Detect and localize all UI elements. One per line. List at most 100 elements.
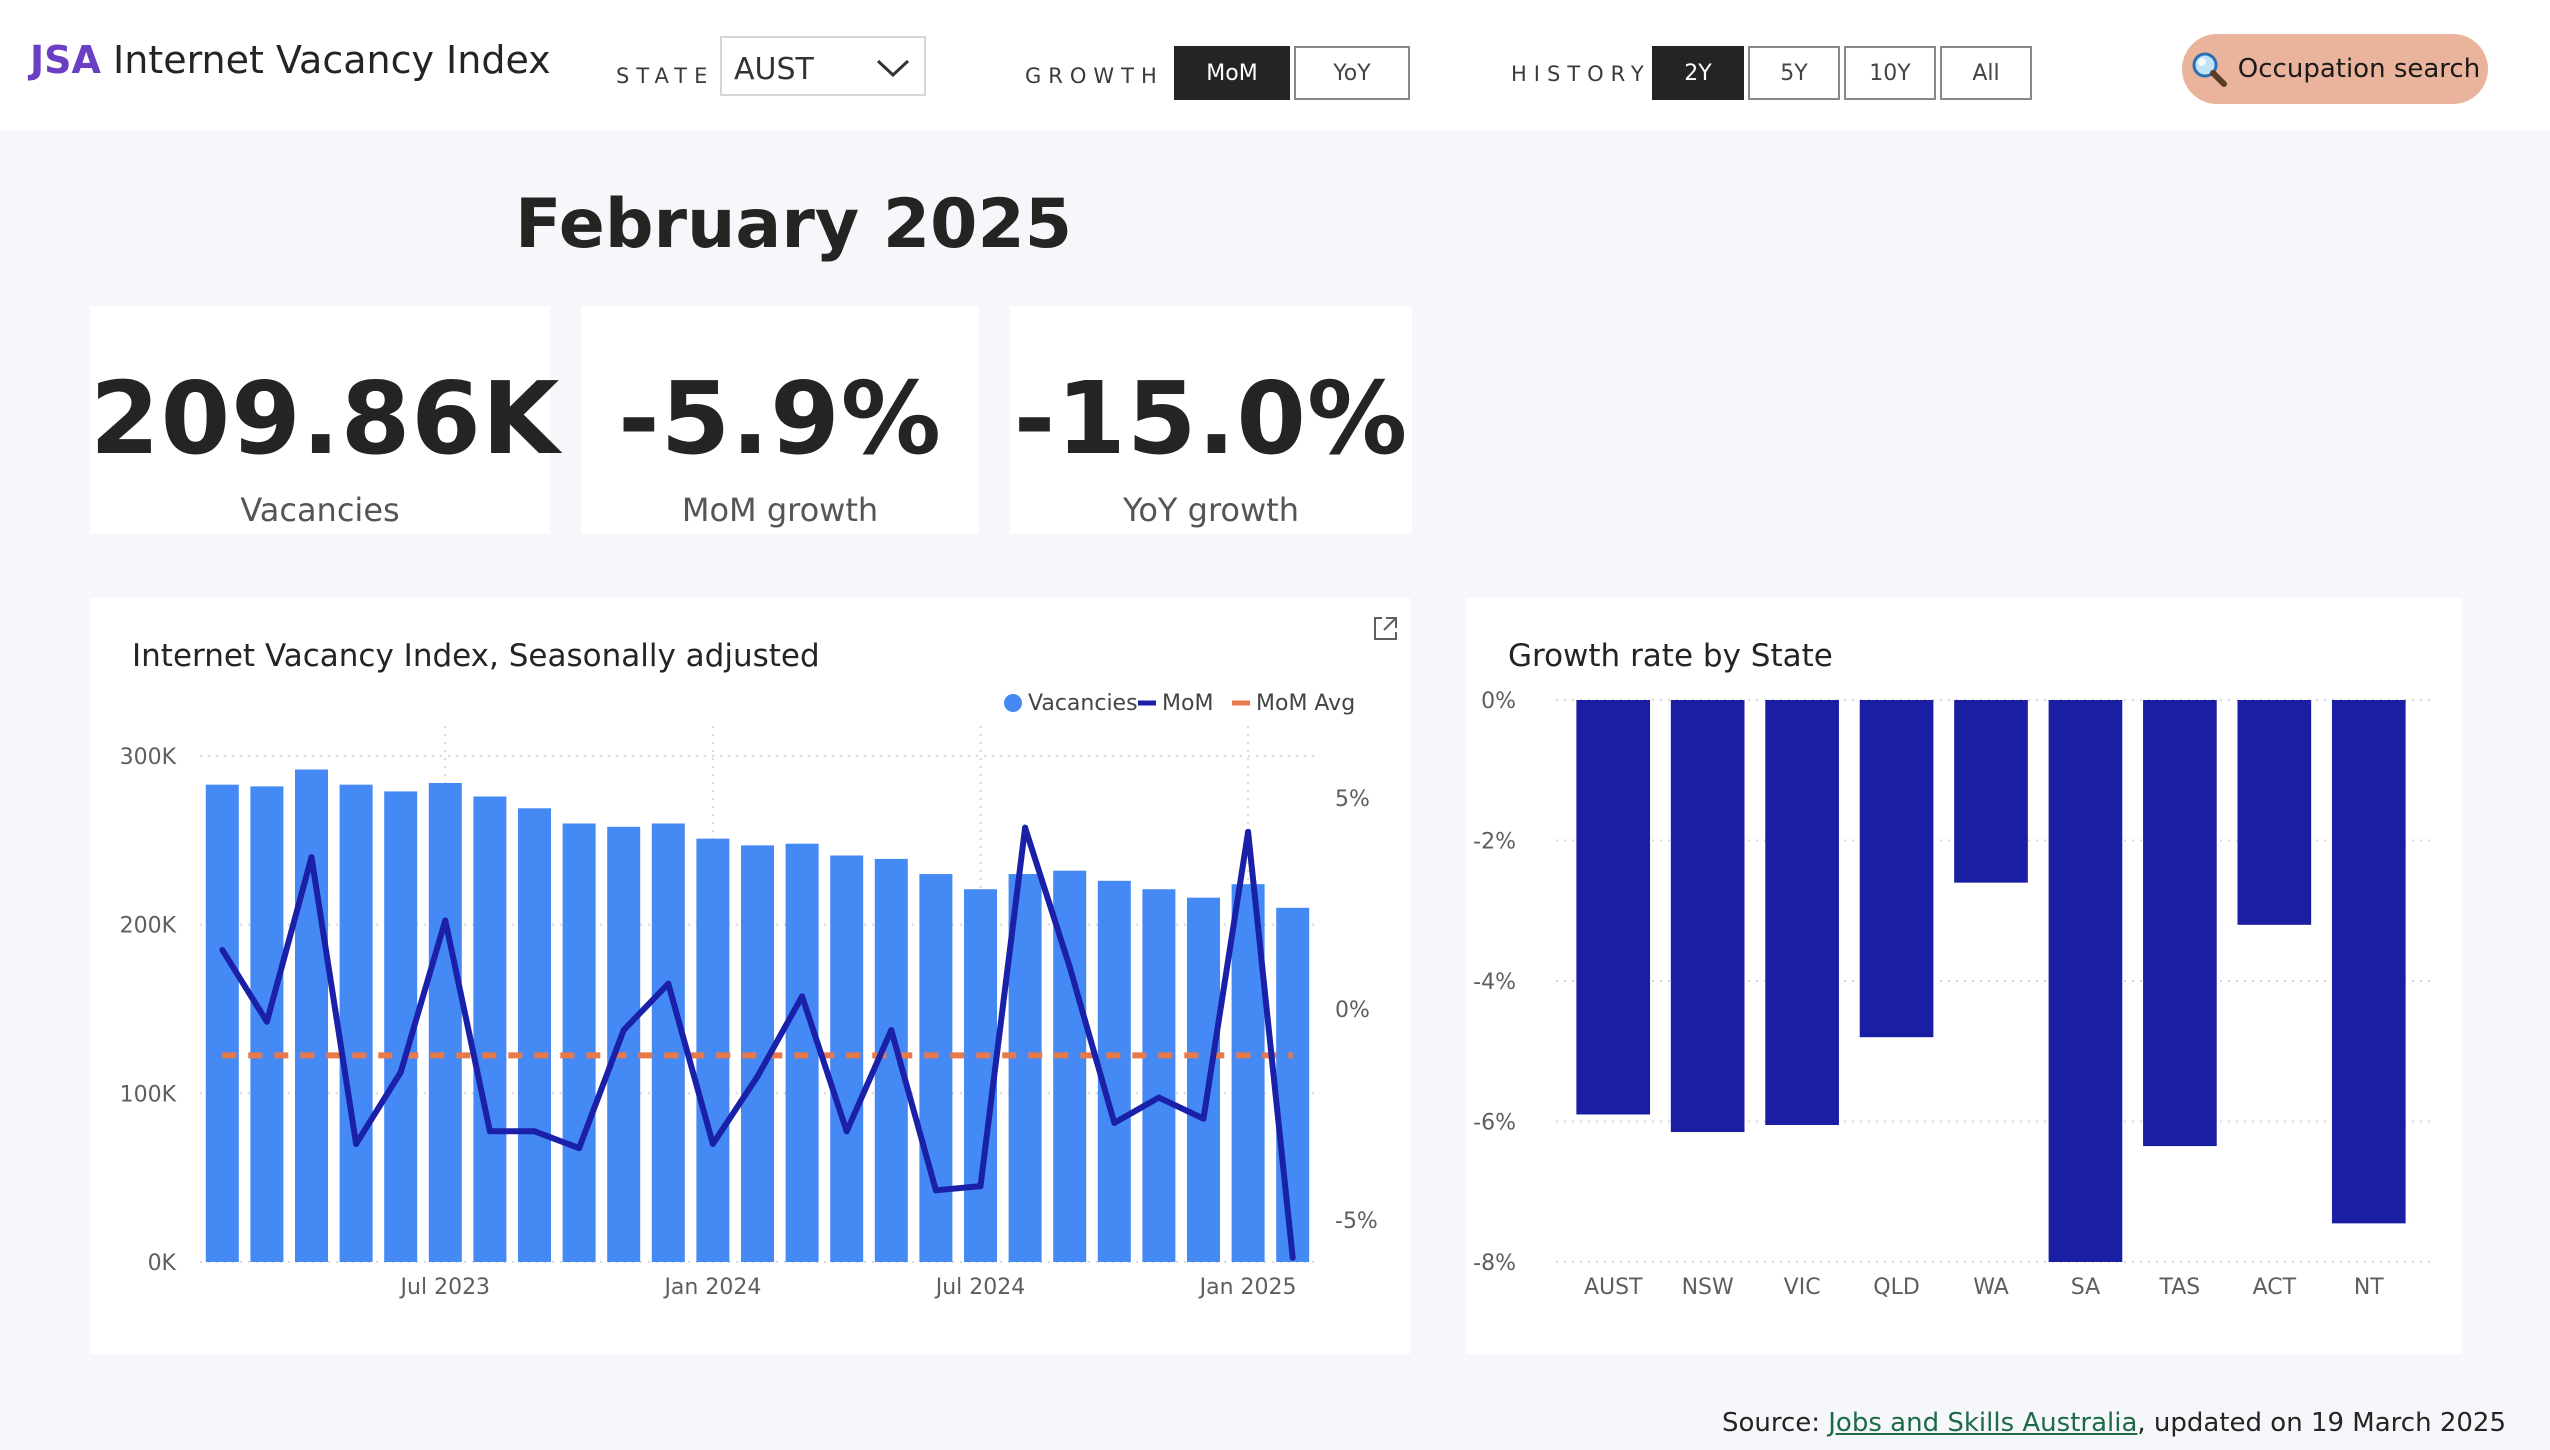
ivi-mom-point bbox=[353, 1140, 360, 1147]
page-title: February 2025 bbox=[515, 185, 1073, 264]
occupation-search-label: Occupation search bbox=[2237, 54, 2481, 84]
magnifier-icon bbox=[2192, 52, 2227, 87]
state-growth-bar[interactable] bbox=[2331, 700, 2406, 1224]
top-bar: JSA Internet Vacancy Index STATE AUST GR… bbox=[0, 0, 2550, 130]
history-option-2y[interactable]: 2Y bbox=[1652, 46, 1744, 100]
brand-title: Internet Vacancy Index bbox=[113, 38, 551, 82]
ivi-vacancy-bar[interactable] bbox=[428, 782, 462, 1262]
state-dropdown-value: AUST bbox=[734, 52, 814, 87]
ivi-vacancy-bar[interactable] bbox=[562, 823, 596, 1262]
state-growth-bar[interactable] bbox=[1670, 700, 1745, 1133]
ivi-x-tick: Jul 2024 bbox=[934, 1275, 1026, 1300]
ivi-mom-point bbox=[531, 1128, 538, 1135]
state-y-tick: -2% bbox=[1473, 830, 1516, 855]
ivi-mom-point bbox=[1066, 963, 1073, 970]
ivi-vacancy-bar[interactable] bbox=[1276, 907, 1310, 1262]
growth-filter-label: GROWTH bbox=[1025, 64, 1164, 88]
kpi-card-vacancies: 209.86K Vacancies bbox=[90, 306, 561, 534]
ivi-mom-point bbox=[263, 1018, 270, 1025]
ivi-x-tick: Jan 2024 bbox=[662, 1275, 761, 1300]
ivi-vacancy-bar[interactable] bbox=[1142, 889, 1176, 1262]
ivi-mom-point bbox=[397, 1069, 404, 1076]
ivi-mom-point bbox=[977, 1183, 984, 1190]
source-prefix: Source: bbox=[1721, 1408, 1829, 1438]
state-growth-bar[interactable] bbox=[1954, 700, 2028, 883]
growth-option-mom[interactable]: MoM bbox=[1174, 46, 1290, 100]
state-growth-bar[interactable] bbox=[2048, 700, 2123, 1262]
ivi-mom-point bbox=[1289, 1254, 1296, 1261]
legend-mom-label: MoM bbox=[1162, 691, 1213, 716]
state-x-tick: SA bbox=[2071, 1275, 2100, 1300]
state-x-tick: VIC bbox=[1784, 1275, 1821, 1300]
kpi-label-mom-growth: MoM growth bbox=[681, 491, 879, 529]
kpi-value-vacancies: 209.86K bbox=[90, 360, 561, 477]
state-growth-bar[interactable] bbox=[2143, 700, 2217, 1147]
ivi-mom-point bbox=[754, 1073, 761, 1080]
ivi-y-left-tick: 100K bbox=[120, 1082, 177, 1107]
ivi-mom-point bbox=[308, 854, 315, 861]
history-option-5y[interactable]: 5Y bbox=[1748, 46, 1840, 100]
ivi-chart-panel: Internet Vacancy Index, Seasonally adjus… bbox=[90, 598, 1410, 1354]
legend-vacancies-label: Vacancies bbox=[1028, 691, 1138, 716]
ivi-mom-point bbox=[799, 993, 806, 1000]
ivi-vacancy-bar[interactable] bbox=[205, 784, 239, 1262]
state-growth-bar[interactable] bbox=[1765, 700, 1839, 1126]
state-x-tick: NSW bbox=[1682, 1275, 1734, 1300]
ivi-mom-point bbox=[1245, 828, 1252, 835]
ivi-y-right-tick: 5% bbox=[1335, 787, 1370, 812]
kpi-card-mom-growth: -5.9% MoM growth bbox=[581, 306, 979, 534]
ivi-vacancy-bar[interactable] bbox=[830, 855, 864, 1262]
state-x-tick: AUST bbox=[1584, 1275, 1643, 1300]
ivi-mom-point bbox=[932, 1187, 939, 1194]
state-filter-label: STATE bbox=[616, 64, 715, 88]
state-growth-bar[interactable] bbox=[2237, 700, 2312, 925]
chevron-down-icon bbox=[876, 59, 910, 78]
growth-option-yoy[interactable]: YoY bbox=[1294, 46, 1410, 100]
ivi-vacancy-bar[interactable] bbox=[607, 826, 641, 1262]
ivi-mom-point bbox=[709, 1140, 716, 1147]
ivi-mom-point bbox=[442, 917, 449, 924]
brand-logo: JSA bbox=[30, 38, 101, 82]
ivi-vacancy-bar[interactable] bbox=[919, 874, 953, 1262]
ivi-mom-point bbox=[843, 1128, 850, 1135]
state-y-tick: -4% bbox=[1473, 970, 1516, 995]
ivi-mom-point bbox=[486, 1128, 493, 1135]
source-link[interactable]: Jobs and Skills Australia bbox=[1828, 1408, 2137, 1438]
ivi-mom-point bbox=[620, 1027, 627, 1034]
state-y-tick: 0% bbox=[1481, 689, 1516, 714]
ivi-mom-point bbox=[1111, 1119, 1118, 1126]
state-growth-bar[interactable] bbox=[1576, 700, 1651, 1115]
ivi-vacancy-bar[interactable] bbox=[339, 784, 373, 1262]
ivi-vacancy-bar[interactable] bbox=[1186, 897, 1221, 1262]
ivi-vacancy-bar[interactable] bbox=[1097, 880, 1131, 1262]
ivi-y-right-tick: 0% bbox=[1335, 998, 1370, 1023]
state-growth-bar[interactable] bbox=[1859, 700, 1934, 1038]
state-x-tick: QLD bbox=[1873, 1275, 1920, 1300]
ivi-mom-point bbox=[888, 1027, 895, 1034]
ivi-vacancy-bar[interactable] bbox=[517, 808, 552, 1262]
state-dropdown[interactable]: AUST bbox=[720, 36, 926, 96]
state-chart-panel: Growth rate by State 0% -2% -4% -6% -8% AUST N… bbox=[1466, 598, 2462, 1354]
ivi-mom-point bbox=[576, 1145, 583, 1152]
ivi-y-left-tick: 200K bbox=[120, 914, 177, 939]
history-option-all[interactable]: All bbox=[1940, 46, 2032, 100]
ivi-vacancy-bar[interactable] bbox=[696, 838, 730, 1262]
kpi-value-mom-growth: -5.9% bbox=[618, 360, 942, 477]
ivi-vacancy-bar[interactable] bbox=[294, 769, 329, 1262]
ivi-mom-point bbox=[1200, 1115, 1207, 1122]
ivi-mom-point bbox=[1155, 1094, 1162, 1101]
ivi-mom-point bbox=[665, 980, 672, 987]
history-option-10y[interactable]: 10Y bbox=[1844, 46, 1936, 100]
state-growth-chart: 0% -2% -4% -6% -8% AUST NSW VIC QLD WA SA TAS ACT NT bbox=[1473, 689, 2436, 1300]
ivi-y-right-tick: -5% bbox=[1335, 1209, 1378, 1234]
kpi-label-vacancies: Vacancies bbox=[240, 491, 400, 529]
source-note: Source: Jobs and Skills Australia, updat… bbox=[1722, 1408, 2506, 1438]
kpi-value-yoy-growth: -15.0% bbox=[1013, 360, 1409, 477]
source-suffix: , updated on 19 March 2025 bbox=[2137, 1408, 2506, 1438]
ivi-vacancy-bar[interactable] bbox=[473, 796, 507, 1262]
ivi-x-tick: Jan 2025 bbox=[1198, 1275, 1297, 1300]
ivi-chart: 0K 100K 200K 300K -5% 0% 5% Jul 2023 Jan 2024 Jul… bbox=[120, 691, 1378, 1300]
ivi-vacancy-bar[interactable] bbox=[651, 823, 685, 1262]
occupation-search-button[interactable]: Occupation search bbox=[2182, 34, 2488, 104]
state-x-tick: ACT bbox=[2253, 1275, 2297, 1300]
